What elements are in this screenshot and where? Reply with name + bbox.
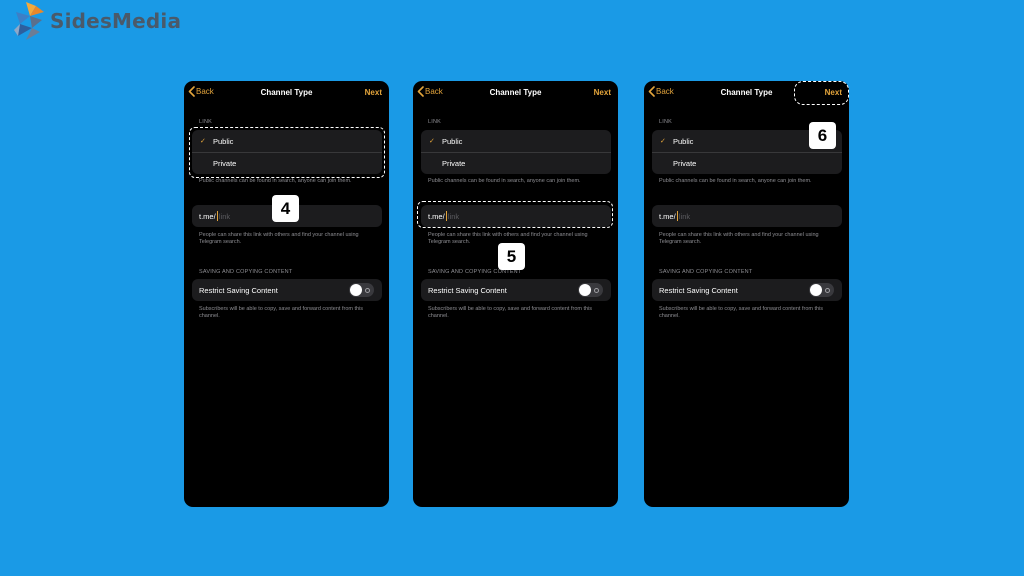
- restrict-saving-label: Restrict Saving Content: [199, 285, 278, 295]
- option-label: Public: [442, 136, 463, 146]
- link-prefix: t.me/: [659, 211, 676, 221]
- option-label: Public: [673, 136, 694, 146]
- saving-section-label: SAVING AND COPYING CONTENT: [659, 269, 753, 275]
- public-note: Public channels can be found in search, …: [428, 178, 581, 184]
- link-note: People can share this link with others a…: [659, 232, 819, 245]
- link-placeholder: link: [678, 211, 691, 221]
- restrict-saving-label: Restrict Saving Content: [428, 285, 507, 295]
- text-caret: [676, 211, 678, 221]
- link-note: People can share this link with others a…: [199, 232, 359, 245]
- next-button[interactable]: Next: [594, 88, 611, 97]
- restrict-note: Subscribers will be able to copy, save a…: [428, 306, 593, 319]
- option-private[interactable]: Private: [652, 152, 842, 174]
- toggle-knob: [810, 284, 822, 296]
- highlight-next-button: [794, 81, 849, 105]
- restrict-saving-row: Restrict Saving Content: [421, 279, 611, 301]
- restrict-saving-toggle[interactable]: [578, 283, 603, 297]
- toggle-off-icon: [365, 287, 370, 293]
- navigation-bar: Back Channel Type Next: [413, 81, 618, 103]
- brand-logo: SidesMedia: [12, 2, 181, 40]
- toggle-off-icon: [594, 287, 599, 293]
- link-section-label: LINK: [199, 119, 213, 125]
- step-badge-4: 4: [272, 195, 299, 222]
- brand-name: SidesMedia: [50, 9, 182, 33]
- option-public[interactable]: ✓ Public: [421, 130, 611, 152]
- channel-type-options: ✓ Public Private: [421, 130, 611, 174]
- restrict-note: Subscribers will be able to copy, save a…: [659, 306, 824, 319]
- option-label: Private: [442, 159, 466, 168]
- restrict-saving-toggle[interactable]: [809, 283, 834, 297]
- link-section-label: LINK: [428, 119, 442, 125]
- link-section-label: LINK: [659, 119, 673, 125]
- link-prefix: t.me/: [199, 211, 216, 221]
- highlight-link-input: [417, 201, 613, 228]
- nav-title: Channel Type: [489, 88, 542, 97]
- nav-title: Channel Type: [260, 88, 313, 97]
- text-caret: [216, 211, 218, 221]
- navigation-bar: Back Channel Type Next: [184, 81, 389, 103]
- option-label: Private: [673, 159, 697, 168]
- toggle-knob: [350, 284, 362, 296]
- checkmark-icon: ✓: [660, 138, 666, 145]
- restrict-note: Subscribers will be able to copy, save a…: [199, 306, 364, 319]
- checkmark-icon: ✓: [429, 138, 435, 145]
- sidesmedia-logo-icon: [14, 2, 44, 40]
- restrict-saving-row: Restrict Saving Content: [192, 279, 382, 301]
- public-note: Public channels can be found in search, …: [199, 178, 352, 184]
- option-private[interactable]: Private: [421, 152, 611, 174]
- step-badge-6: 6: [809, 122, 836, 149]
- highlight-link-options: [189, 127, 385, 178]
- restrict-saving-row: Restrict Saving Content: [652, 279, 842, 301]
- step-badge-5: 5: [498, 243, 525, 270]
- link-placeholder: link: [218, 211, 231, 221]
- restrict-saving-toggle[interactable]: [349, 283, 374, 297]
- phone-screen-step-5: Back Channel Type Next LINK ✓ Public Pri…: [413, 81, 618, 507]
- saving-section-label: SAVING AND COPYING CONTENT: [199, 269, 293, 275]
- toggle-off-icon: [825, 287, 830, 293]
- next-button[interactable]: Next: [365, 88, 382, 97]
- public-note: Public channels can be found in search, …: [659, 178, 812, 184]
- restrict-saving-label: Restrict Saving Content: [659, 285, 738, 295]
- link-input[interactable]: t.me/ link: [652, 205, 842, 227]
- toggle-knob: [579, 284, 591, 296]
